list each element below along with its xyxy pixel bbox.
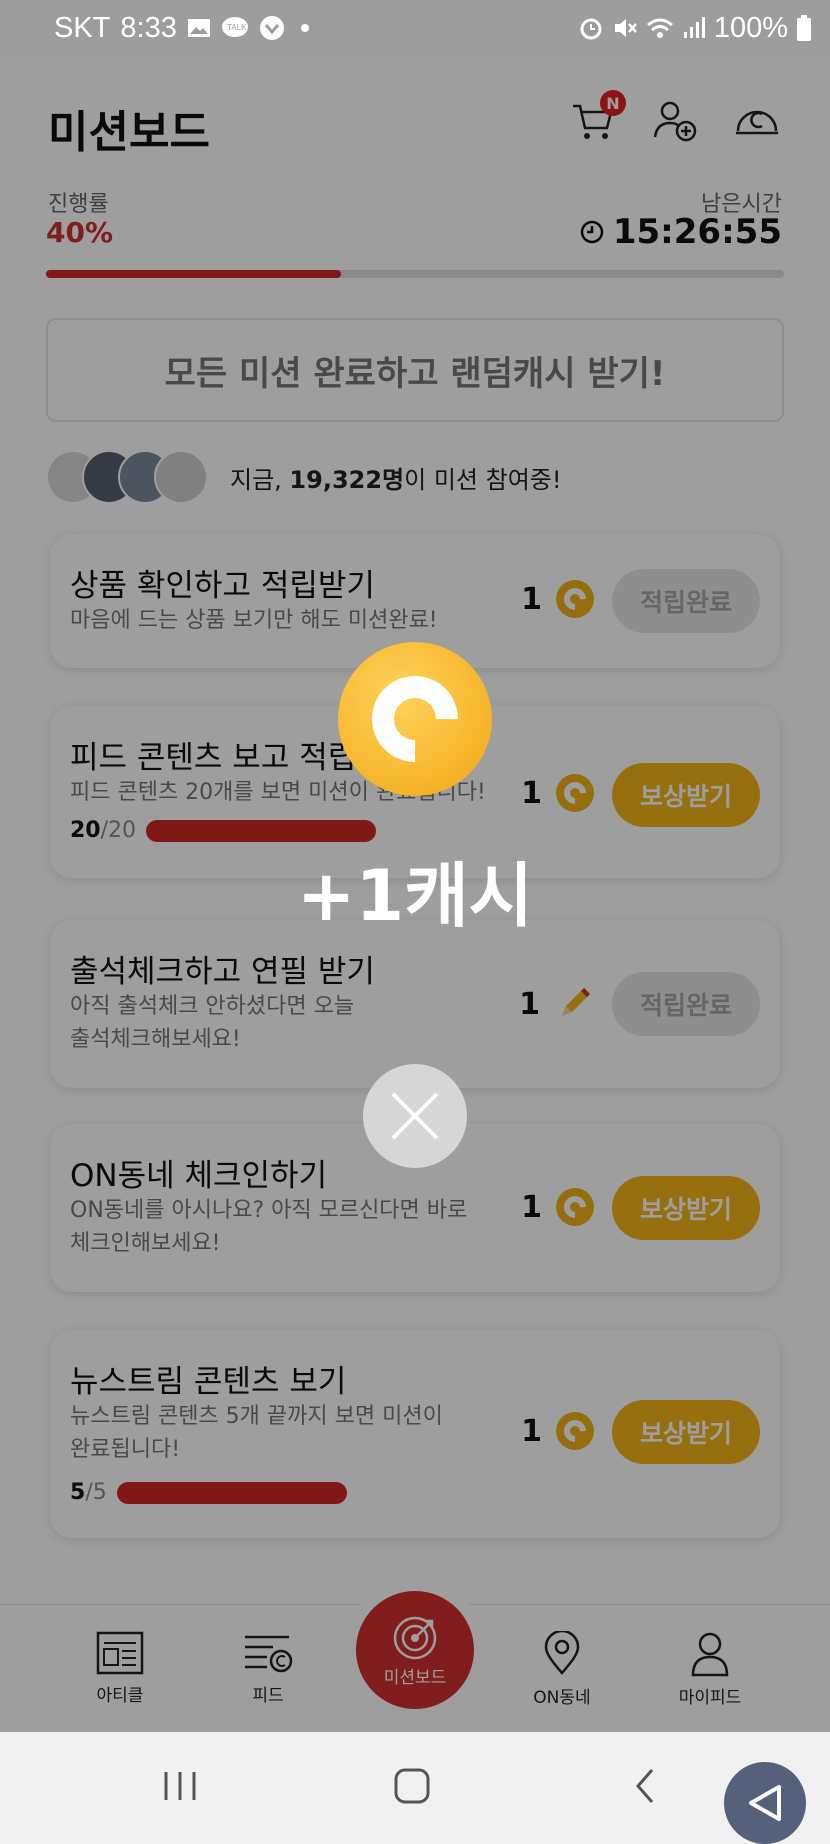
carrier-label: SKT	[54, 11, 111, 44]
back-icon	[636, 1769, 654, 1803]
more-notifications-dot-icon	[295, 18, 315, 38]
clock: 8:33	[120, 11, 177, 44]
alarm-icon	[578, 15, 604, 41]
wifi-icon	[646, 16, 674, 40]
back-button[interactable]	[626, 1766, 666, 1810]
assistive-button[interactable]	[724, 1762, 806, 1844]
battery-icon	[796, 14, 812, 42]
mute-icon	[612, 15, 638, 41]
signal-icon	[682, 16, 706, 40]
app-notification-icon	[259, 15, 285, 41]
system-navigation-bar	[0, 1732, 830, 1844]
close-icon	[391, 1092, 439, 1140]
status-bar: SKT 8:33 TALK 100%	[0, 0, 830, 56]
close-button[interactable]	[363, 1064, 467, 1168]
kakaotalk-icon: TALK	[221, 16, 249, 40]
home-button[interactable]	[392, 1766, 432, 1810]
reward-text: +1캐시	[296, 855, 534, 937]
reward-coin-icon	[338, 642, 492, 796]
svg-text:TALK: TALK	[227, 23, 247, 32]
recent-apps-button[interactable]	[160, 1766, 200, 1810]
recent-apps-icon	[164, 1772, 196, 1800]
play-back-icon	[749, 1785, 781, 1821]
home-icon	[394, 1768, 430, 1804]
battery-percent: 100%	[713, 11, 788, 44]
gallery-icon	[187, 17, 211, 39]
